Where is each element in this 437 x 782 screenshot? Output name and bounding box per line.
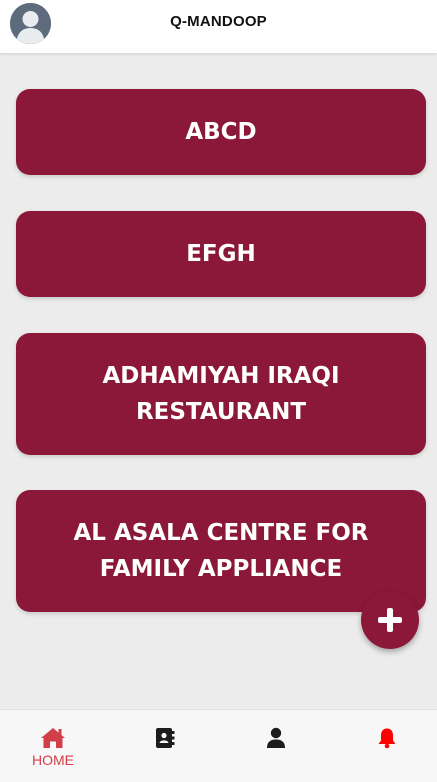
plus-icon xyxy=(378,608,402,632)
home-icon xyxy=(41,728,65,748)
store-card[interactable]: ABCD xyxy=(16,89,426,175)
add-button[interactable] xyxy=(361,591,419,649)
store-card[interactable]: AL ASALA CENTRE FOR FAMILY APPLIANCE xyxy=(16,490,426,612)
nav-profile[interactable] xyxy=(236,710,316,782)
user-icon xyxy=(267,727,285,748)
nav-home-label: HOME xyxy=(32,752,74,768)
store-card-label: ABCD xyxy=(185,119,257,145)
nav-contacts[interactable] xyxy=(125,710,205,782)
app-title: Q-MANDOOP xyxy=(170,13,267,30)
store-card-label: AL ASALA CENTRE FOR FAMILY APPLIANCE xyxy=(73,520,369,582)
nav-notifications[interactable] xyxy=(347,710,427,782)
store-card-label: ADHAMIYAH IRAQI RESTAURANT xyxy=(102,363,340,425)
app-screen: Q-MANDOOP ABCD EFGH ADHAMIYAH IRAQI REST… xyxy=(0,0,437,782)
contacts-book-icon xyxy=(156,728,175,748)
bottom-navigation: HOME xyxy=(0,709,437,782)
top-app-bar: Q-MANDOOP xyxy=(0,0,437,53)
nav-home[interactable]: HOME xyxy=(13,710,93,782)
store-list: ABCD EFGH ADHAMIYAH IRAQI RESTAURANT AL … xyxy=(16,89,426,647)
bell-icon xyxy=(378,728,396,749)
store-card[interactable]: ADHAMIYAH IRAQI RESTAURANT xyxy=(16,333,426,455)
store-card-label: EFGH xyxy=(186,241,256,267)
store-card[interactable]: EFGH xyxy=(16,211,426,297)
